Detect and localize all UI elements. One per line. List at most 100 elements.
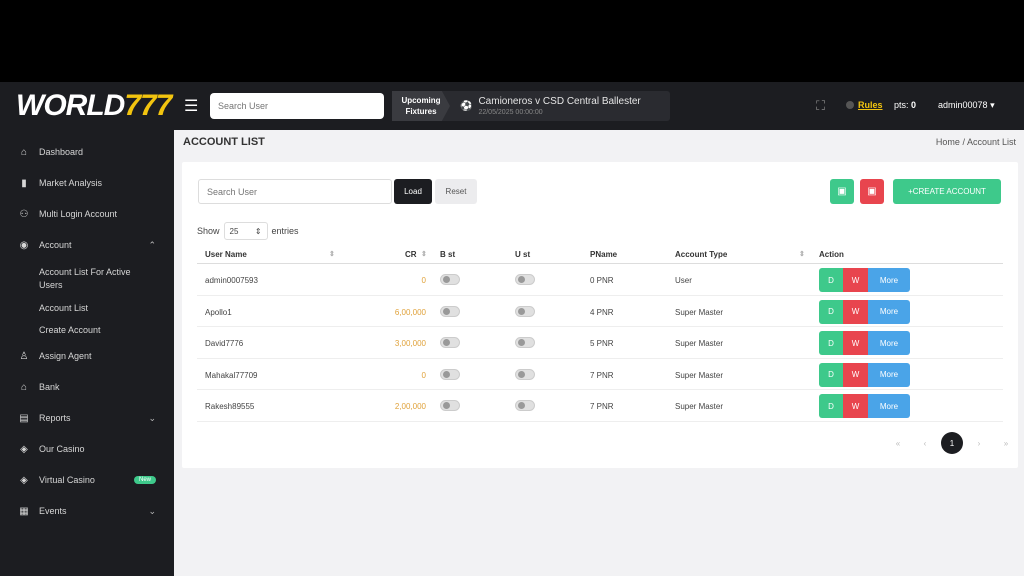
cell-pname: 7 PNR: [590, 402, 614, 411]
cell-user-name[interactable]: admin0007593: [205, 276, 258, 285]
sidebar-item-account[interactable]: ◉ Account ⌃: [0, 233, 174, 257]
fixtures-label-line1: Upcoming: [401, 96, 441, 105]
table-row: David7776 3,00,000 5 PNR Super Master D …: [197, 327, 1003, 359]
pagination: « ‹ 1 › »: [882, 432, 1017, 454]
sort-icon[interactable]: ⇕: [329, 250, 335, 258]
export-excel-button[interactable]: ▣: [830, 179, 854, 204]
bet-status-toggle[interactable]: [440, 337, 460, 348]
deposit-button[interactable]: D: [819, 362, 843, 387]
user-status-toggle[interactable]: [515, 400, 535, 411]
more-button[interactable]: More: [868, 331, 910, 355]
first-page-button[interactable]: «: [887, 432, 909, 454]
withdraw-button[interactable]: W: [843, 394, 868, 418]
deposit-button[interactable]: D: [819, 299, 843, 324]
sidebar-item-our-casino[interactable]: ◈ Our Casino: [0, 437, 174, 461]
entries-control: Show 25 ⇕ entries: [197, 222, 299, 240]
points-display: pts: 0: [894, 100, 916, 110]
cell-user-name[interactable]: David7776: [205, 339, 243, 348]
sidebar-subitem-account-list-active[interactable]: Account List For Active Users: [39, 266, 149, 292]
sidebar-item-dashboard[interactable]: ⌂ Dashboard: [0, 140, 174, 164]
excel-file-icon: ▣: [837, 186, 847, 197]
casino-chip-icon: ◈: [20, 474, 28, 486]
export-pdf-button[interactable]: ▣: [860, 179, 884, 204]
cell-user-name[interactable]: Mahakal77709: [205, 371, 257, 380]
chevron-down-icon: ▾: [990, 100, 995, 110]
next-page-button[interactable]: ›: [968, 432, 990, 454]
create-account-button[interactable]: + CREATE ACCOUNT: [893, 179, 1001, 204]
top-search-input[interactable]: [210, 93, 384, 119]
sidebar-item-reports[interactable]: ▤ Reports ⌄: [0, 406, 174, 430]
rules-link[interactable]: Rules: [846, 100, 883, 110]
header-account-type[interactable]: Account Type: [675, 250, 727, 259]
sidebar-item-label: Our Casino: [39, 444, 85, 454]
cell-cr: 3,00,000: [394, 339, 426, 348]
logo-number: 777: [124, 89, 172, 122]
cell-account-type: Super Master: [675, 370, 724, 380]
withdraw-button[interactable]: W: [843, 299, 868, 324]
user-status-toggle[interactable]: [515, 274, 535, 285]
deposit-button[interactable]: D: [819, 394, 843, 418]
withdraw-button[interactable]: W: [843, 268, 868, 292]
header-ust: U st: [515, 250, 531, 259]
entries-label: entries: [271, 226, 299, 236]
sidebar-subitem-create-account[interactable]: Create Account: [39, 324, 149, 337]
breadcrumb-current: Account List: [966, 137, 1016, 147]
bar-chart-icon: ▮: [21, 177, 27, 189]
deposit-button[interactable]: D: [819, 331, 843, 355]
bet-status-toggle[interactable]: [440, 400, 460, 411]
more-button[interactable]: More: [868, 268, 910, 292]
user-status-toggle[interactable]: [515, 368, 535, 380]
fixture-match[interactable]: Camioneros v CSD Central Ballester: [478, 96, 640, 107]
row-actions: D W More: [819, 331, 910, 355]
sidebar-item-assign-agent[interactable]: ♙ Assign Agent: [0, 344, 174, 368]
load-button[interactable]: Load: [394, 179, 432, 204]
sidebar-item-label: Reports: [39, 413, 71, 423]
show-label: Show: [197, 226, 220, 236]
last-page-button[interactable]: »: [995, 432, 1017, 454]
more-button[interactable]: More: [868, 299, 910, 324]
more-button[interactable]: More: [868, 394, 910, 418]
deposit-button[interactable]: D: [819, 268, 843, 292]
withdraw-button[interactable]: W: [843, 362, 868, 387]
sidebar-item-virtual-casino[interactable]: ◈ Virtual Casino New: [0, 468, 174, 492]
chevron-down-icon: ⌄: [148, 412, 156, 423]
bet-status-toggle[interactable]: [440, 305, 460, 317]
more-button[interactable]: More: [868, 362, 910, 387]
soccer-ball-icon: ⚽: [460, 100, 473, 112]
sort-icon[interactable]: ⇕: [799, 250, 805, 258]
cell-user-name[interactable]: Apollo1: [205, 308, 232, 317]
pdf-file-icon: ▣: [867, 186, 877, 197]
page-title: ACCOUNT LIST: [183, 136, 265, 148]
top-bar: WORLD777 ☰ Upcoming Fixtures ⚽ Camionero…: [0, 82, 1024, 130]
fixtures-label-line2: Fixtures: [405, 107, 437, 116]
sidebar-item-events[interactable]: ▦ Events ⌄: [0, 499, 174, 523]
fullscreen-icon[interactable]: ⛶: [816, 98, 825, 114]
sort-icon[interactable]: ⇕: [421, 250, 427, 258]
header-user-name[interactable]: User Name: [205, 250, 247, 259]
sidebar-subitem-account-list[interactable]: Account List: [39, 302, 149, 315]
user-status-toggle[interactable]: [515, 305, 535, 317]
bet-status-toggle[interactable]: [440, 274, 460, 285]
bet-status-toggle[interactable]: [440, 368, 460, 380]
user-status-toggle[interactable]: [515, 337, 535, 348]
sidebar-item-multi-login[interactable]: ⚇ Multi Login Account: [0, 202, 174, 226]
user-icon: ♙: [19, 350, 29, 362]
sidebar-item-label: Dashboard: [39, 147, 84, 157]
brand-logo[interactable]: WORLD 777: [16, 88, 172, 124]
breadcrumb-home[interactable]: Home: [936, 137, 960, 147]
prev-page-button[interactable]: ‹: [914, 432, 936, 454]
upcoming-fixtures[interactable]: Upcoming Fixtures ⚽ Camioneros v CSD Cen…: [392, 91, 670, 121]
cell-pname: 0 PNR: [590, 276, 614, 285]
sidebar-item-bank[interactable]: ⌂ Bank: [0, 375, 174, 399]
user-search-input[interactable]: [198, 179, 392, 204]
fixtures-tag: Upcoming Fixtures: [392, 91, 450, 121]
cell-user-name[interactable]: Rakesh89555: [205, 402, 254, 411]
reset-button[interactable]: Reset: [435, 179, 477, 204]
withdraw-button[interactable]: W: [843, 331, 868, 355]
user-menu[interactable]: admin00078 ▾: [938, 100, 995, 111]
menu-icon[interactable]: ☰: [184, 96, 198, 116]
sidebar-item-market-analysis[interactable]: ▮ Market Analysis: [0, 171, 174, 195]
page-button-current[interactable]: 1: [941, 432, 963, 454]
header-cr[interactable]: CR: [405, 250, 417, 259]
entries-select[interactable]: 25 ⇕: [223, 222, 268, 240]
